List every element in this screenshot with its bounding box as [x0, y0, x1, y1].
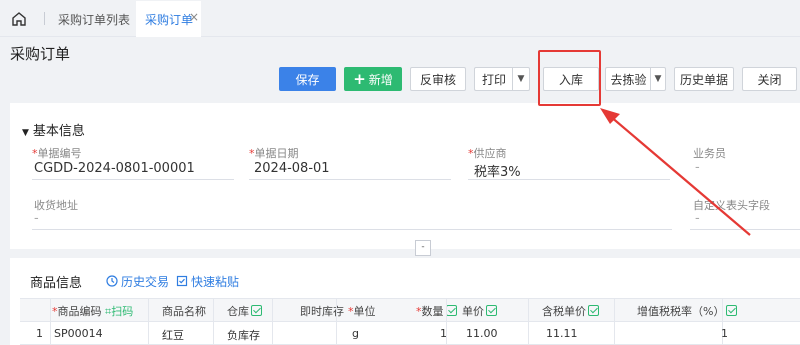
annotation-arrow [600, 108, 751, 236]
product-info-card: 商品信息 历史交易 快速粘贴 *商品编码 ⌗扫码 商品名称 仓库 即时库存 *单… [10, 258, 800, 345]
checkbox-icon[interactable] [726, 305, 738, 316]
supplier-label: *供应商 [468, 147, 507, 160]
print-dropdown[interactable]: ▼ [512, 67, 530, 91]
doc-no-field[interactable]: CGDD-2024-0801-00001 [34, 161, 195, 176]
product-table-header: *商品编码 ⌗扫码 商品名称 仓库 即时库存 *单位 *数量 单价 含税单价 增… [20, 298, 800, 322]
highlight-box [538, 50, 601, 106]
print-button[interactable]: 打印 [474, 67, 513, 91]
cell-unit[interactable]: g [352, 327, 359, 340]
supplier-field[interactable]: 税率3% [474, 161, 521, 180]
cell-code[interactable]: SP00014 [54, 327, 103, 340]
doc-date-label: *单据日期 [249, 147, 299, 160]
tab-divider [44, 12, 45, 25]
col-tax-price: 含税单价 [542, 303, 599, 319]
col-unit: *单位 [348, 305, 376, 318]
row-index: 1 [36, 327, 43, 340]
history-docs-button[interactable]: 历史单据 [674, 67, 734, 91]
checkbox-icon[interactable] [486, 305, 497, 316]
address-field[interactable]: - [34, 211, 39, 226]
history-trade-link[interactable]: 历史交易 [106, 273, 169, 290]
inspect-dropdown[interactable]: ▼ [650, 67, 666, 91]
table-row[interactable]: 1 SP00014 红豆 负库存 g 1 11.00 11.11 1 [20, 322, 800, 345]
col-qty: *数量 [416, 303, 457, 319]
home-icon[interactable] [10, 10, 28, 28]
col-price: 单价 [462, 303, 497, 319]
address-label: 收货地址 [34, 199, 78, 212]
paste-icon [176, 275, 188, 287]
doc-no-label: *单据编号 [32, 147, 82, 160]
cell-tax-rate[interactable]: 1 [721, 327, 728, 340]
col-name: 商品名称 [162, 305, 206, 318]
clock-icon [106, 275, 118, 287]
quick-paste-link[interactable]: 快速粘贴 [176, 273, 239, 290]
tab-bar: 采购订单列表 采购订单 × [0, 0, 800, 37]
page-title: 采购订单 [10, 45, 71, 63]
unaudit-button[interactable]: 反审核 [410, 67, 466, 91]
cell-price[interactable]: 11.00 [466, 327, 498, 340]
tab-label: 采购订单 [145, 13, 194, 27]
col-stock: 即时库存 [300, 305, 344, 318]
caret-down-icon: ▼ [22, 128, 29, 138]
section-product-info: 商品信息 [30, 276, 83, 291]
doc-date-field[interactable]: 2024-08-01 [254, 161, 330, 176]
chevron-down-icon: ▼ [654, 74, 662, 84]
collapse-toggle[interactable]: - [415, 240, 431, 256]
checkbox-icon[interactable] [445, 305, 457, 316]
section-basic-info[interactable]: ▼ 基本信息 [22, 120, 85, 139]
checkbox-icon[interactable] [588, 305, 599, 316]
checkbox-icon[interactable] [251, 305, 262, 316]
col-code: *商品编码 ⌗扫码 [52, 305, 134, 318]
chevron-down-icon: ▼ [517, 74, 525, 84]
tab-purchase-order-list[interactable]: 采购订单列表 [58, 11, 130, 28]
plus-icon: + [353, 70, 366, 88]
close-button[interactable]: 关闭 [742, 67, 797, 91]
cell-name[interactable]: 红豆 [162, 327, 184, 343]
cell-tax-price[interactable]: 11.11 [546, 327, 578, 340]
cell-warehouse[interactable]: 负库存 [227, 327, 260, 343]
scan-button[interactable]: ⌗扫码 [105, 305, 133, 318]
inspect-button[interactable]: 去拣验 [605, 67, 651, 91]
save-button[interactable]: 保存 [279, 67, 336, 91]
cell-qty[interactable]: 1 [440, 327, 447, 340]
col-warehouse: 仓库 [227, 303, 262, 319]
close-icon[interactable]: × [189, 10, 199, 24]
add-button[interactable]: + 新增 [344, 67, 402, 91]
